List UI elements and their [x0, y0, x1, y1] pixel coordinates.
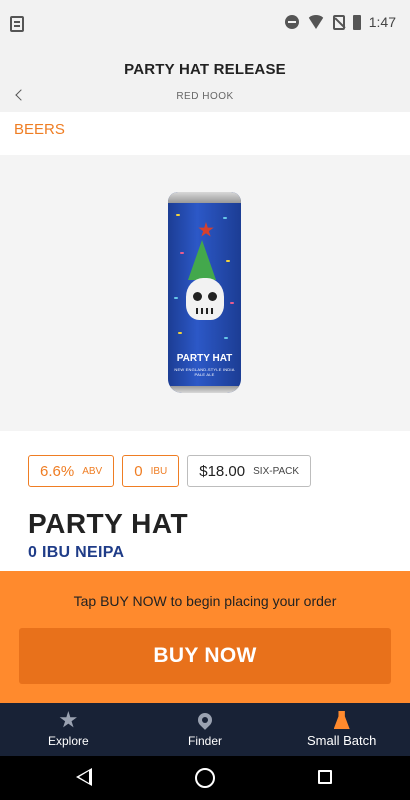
wifi-icon [306, 15, 325, 29]
beer-stats: 6.6% ABV 0 IBU $18.00 SIX-PACK [28, 455, 312, 487]
battery-icon [352, 14, 361, 30]
abv-label: ABV [82, 465, 103, 477]
skull-eye [208, 292, 217, 301]
beer-can-image: PARTY HAT NEW ENGLAND-STYLE INDIA PALE A… [168, 192, 241, 393]
confetti [180, 252, 184, 254]
price-value: $18.00 [199, 462, 246, 480]
ibu-badge: 0 IBU [122, 455, 180, 487]
beer-style: 0 IBU NEIPA [28, 544, 125, 561]
home-icon[interactable] [195, 768, 215, 788]
beers-link[interactable]: BEERS [14, 121, 65, 138]
buy-instructions: Tap BUY NOW to begin placing your order [73, 593, 337, 609]
star-icon [59, 711, 77, 728]
confetti [223, 217, 227, 219]
skull-graphic [186, 278, 224, 320]
page-header: PARTY HAT RELEASE RED HOOK [0, 48, 410, 112]
brand-star-logo [198, 222, 214, 237]
confetti [176, 214, 180, 216]
no-sim-icon [332, 14, 345, 30]
confetti [226, 260, 230, 262]
ibu-label: IBU [150, 465, 168, 477]
buy-panel: Tap BUY NOW to begin placing your order … [0, 571, 410, 703]
status-time: 1:47 [368, 14, 396, 30]
beer-image: PARTY HAT NEW ENGLAND-STYLE INDIA PALE A… [0, 155, 410, 431]
pin-icon [195, 710, 215, 730]
price-label: SIX-PACK [253, 465, 300, 477]
ibu-value: 0 [134, 462, 143, 480]
status-icons: 1:47 [284, 14, 396, 30]
do-not-disturb-icon [284, 15, 299, 29]
can-label-style: NEW ENGLAND-STYLE INDIA PALE ALE [174, 367, 235, 377]
confetti [178, 332, 182, 334]
tab-finder[interactable]: Finder [137, 703, 274, 756]
confetti [174, 297, 178, 299]
skull-eye [193, 292, 202, 301]
party-hat-graphic [188, 240, 216, 280]
flask-icon [333, 711, 350, 729]
can-lid [168, 192, 241, 203]
tab-label: Small Batch [306, 733, 377, 748]
tab-label: Explore [47, 734, 89, 748]
tab-small-batch[interactable]: Small Batch [273, 703, 410, 756]
status-bar: 1:47 [0, 0, 410, 48]
abv-value: 6.6% [40, 462, 75, 480]
abv-badge: 6.6% ABV [28, 455, 115, 487]
confetti [230, 302, 234, 304]
tab-explore[interactable]: Explore [0, 703, 137, 756]
system-navigation-bar [0, 756, 410, 800]
confetti [224, 337, 228, 339]
back-icon[interactable] [76, 768, 92, 786]
page-title: PARTY HAT RELEASE [124, 61, 286, 78]
skull-teeth [196, 308, 214, 314]
can-base [168, 386, 241, 393]
can-label-name: PARTY HAT [176, 353, 233, 364]
page-subtitle: RED HOOK [176, 91, 234, 102]
buy-now-button[interactable]: BUY NOW [19, 628, 391, 684]
tab-label: Finder [188, 734, 223, 748]
notification-icon [10, 16, 24, 32]
tab-bar: Explore Finder Small Batch [0, 703, 410, 756]
beer-name: PARTY HAT [28, 508, 189, 539]
price-badge: $18.00 SIX-PACK [187, 455, 312, 487]
recent-apps-icon[interactable] [318, 770, 332, 784]
